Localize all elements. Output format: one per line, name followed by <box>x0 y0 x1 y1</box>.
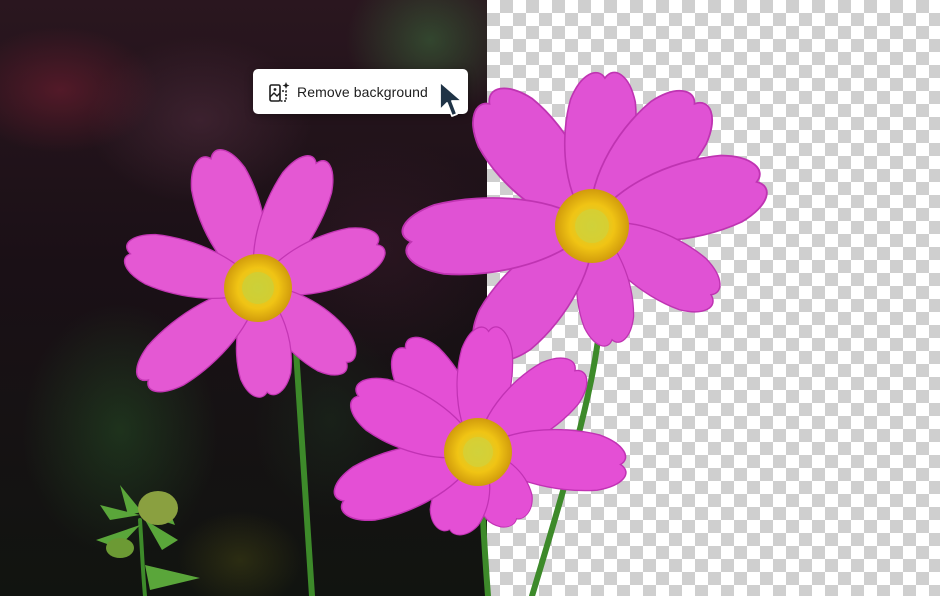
bud-stem <box>138 518 147 596</box>
canvas[interactable]: Remove background <box>0 0 940 596</box>
remove-background-label: Remove background <box>297 83 428 100</box>
flower-left <box>117 141 392 407</box>
flower-bud <box>96 485 200 590</box>
remove-background-button[interactable]: Remove background <box>253 69 468 114</box>
flower-bottom <box>326 323 630 543</box>
flower-image <box>96 67 775 596</box>
mouse-pointer-icon <box>439 81 463 117</box>
image-sparkle-icon <box>267 80 291 104</box>
stem-left <box>292 332 315 596</box>
